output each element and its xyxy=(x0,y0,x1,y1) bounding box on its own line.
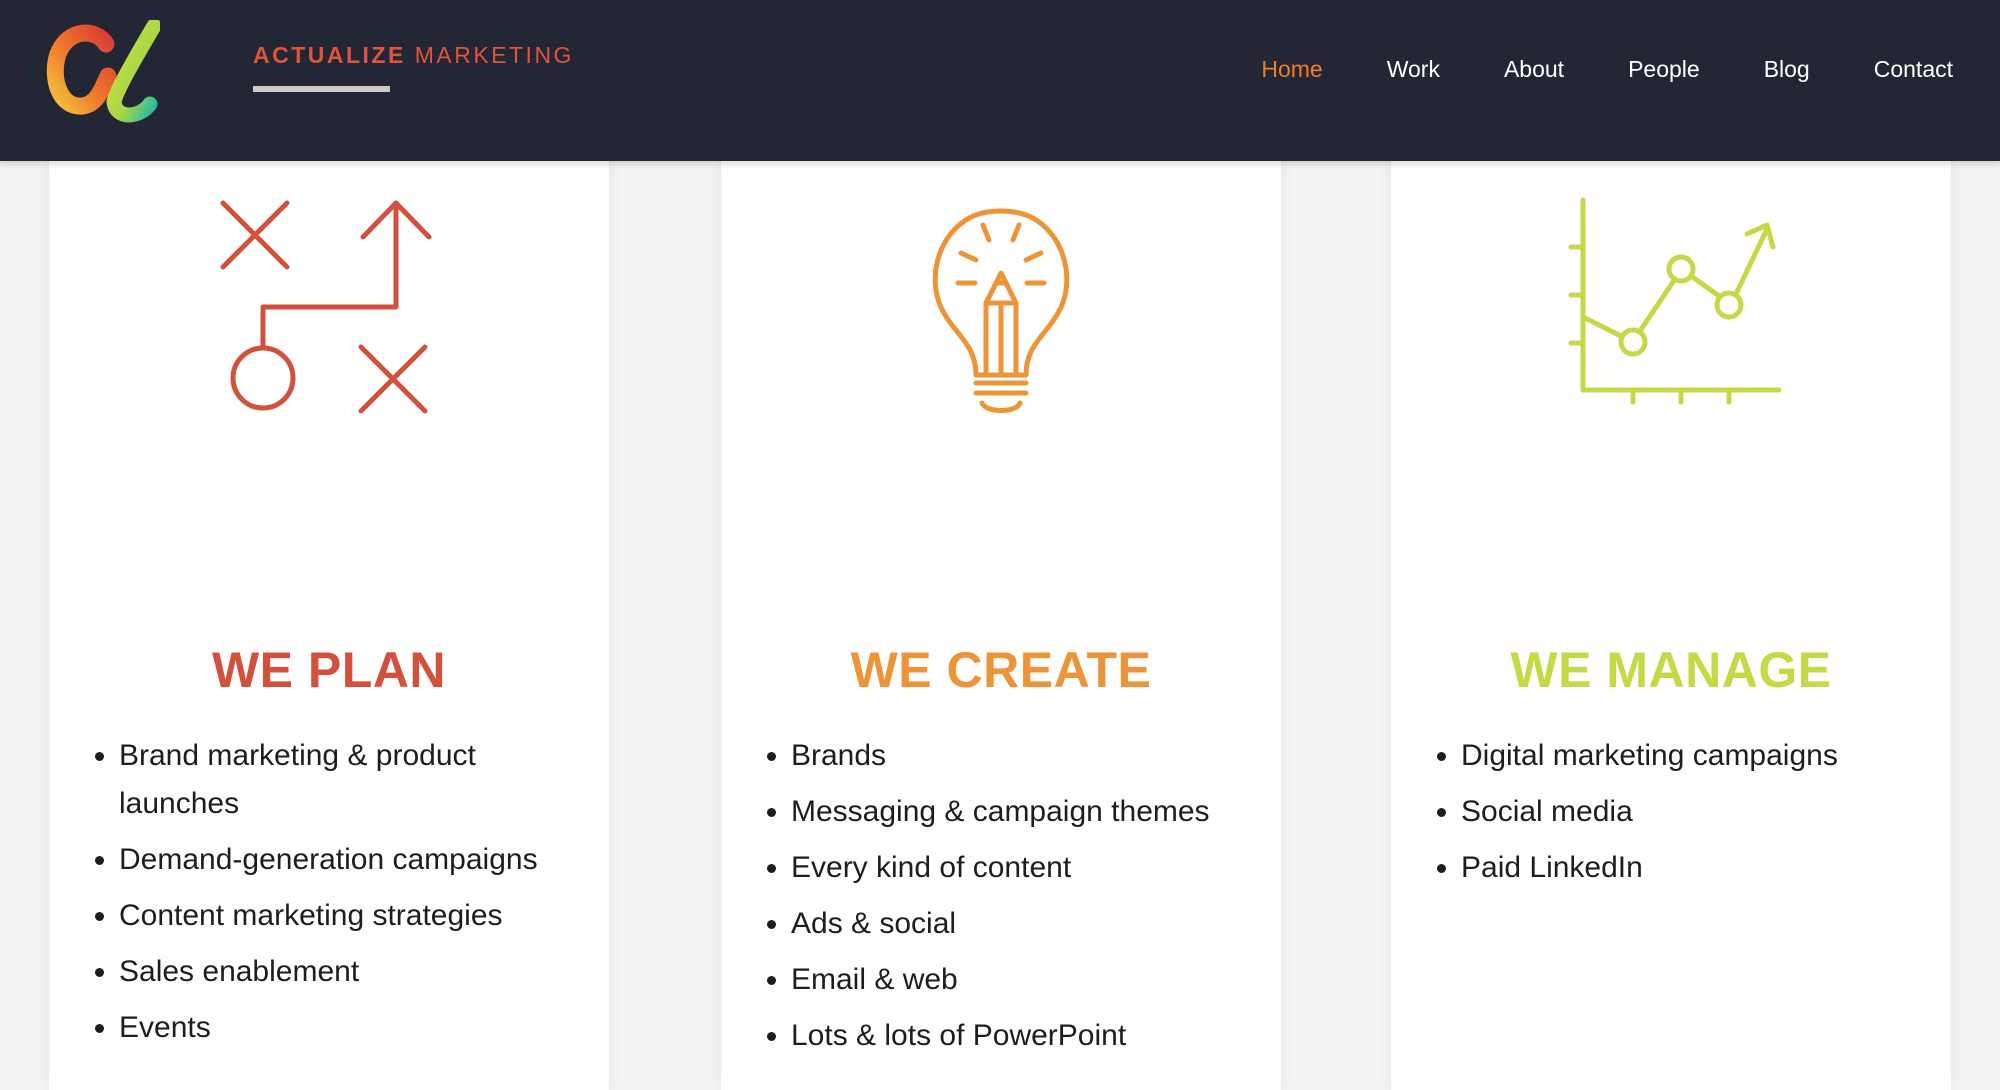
create-list: Brands Messaging & campaign themes Every… xyxy=(791,732,1261,1068)
list-item: Messaging & campaign themes xyxy=(791,788,1261,836)
lightbulb-pencil-icon xyxy=(932,208,1070,413)
manage-title-light: WE xyxy=(1510,642,1592,698)
list-item: Demand-generation campaigns xyxy=(119,836,589,884)
card-icon-area xyxy=(49,195,609,425)
site-header: ACTUALIZE MARKETING Home Work About Peop… xyxy=(0,0,2000,161)
nav-home[interactable]: Home xyxy=(1261,56,1322,83)
plan-card: WE PLAN Brand marketing & product launch… xyxy=(49,150,609,1090)
nav-blog[interactable]: Blog xyxy=(1764,56,1810,83)
list-item: Brands xyxy=(791,732,1261,780)
list-item: Content marketing strategies xyxy=(119,892,589,940)
plan-title-light: WE xyxy=(211,642,294,698)
alpha-logo-icon[interactable] xyxy=(44,20,160,124)
nav-people[interactable]: People xyxy=(1628,56,1700,83)
nav-about[interactable]: About xyxy=(1504,56,1564,83)
list-item: Lots & lots of PowerPoint xyxy=(791,1012,1261,1060)
list-item: Events xyxy=(119,1004,589,1052)
create-card: WE CREATE Brands Messaging & campaign th… xyxy=(721,150,1281,1090)
manage-list: Digital marketing campaigns Social media… xyxy=(1461,732,1931,900)
plan-title-bold: PLAN xyxy=(307,642,447,698)
list-item: Every kind of content xyxy=(791,844,1261,892)
brand-underline xyxy=(253,86,390,92)
brand-name-light: MARKETING xyxy=(414,42,574,68)
list-item: Email & web xyxy=(791,956,1261,1004)
create-title-bold: CREATE xyxy=(946,642,1152,698)
plan-title: WE PLAN xyxy=(49,640,609,700)
list-item: Brand marketing & product launches xyxy=(119,732,589,828)
growth-chart-icon xyxy=(1568,197,1781,405)
list-item: Sales enablement xyxy=(119,948,589,996)
card-icon-area xyxy=(1391,195,1951,425)
nav-work[interactable]: Work xyxy=(1387,56,1440,83)
brand-name[interactable]: ACTUALIZE MARKETING xyxy=(253,42,574,69)
create-title-light: WE xyxy=(850,642,933,698)
manage-title: WE MANAGE xyxy=(1391,640,1951,700)
main-nav: Home Work About People Blog Contact xyxy=(1197,56,1953,83)
card-icon-area xyxy=(721,195,1281,425)
list-item: Social media xyxy=(1461,788,1931,836)
nav-contact[interactable]: Contact xyxy=(1874,56,1953,83)
list-item: Digital marketing campaigns xyxy=(1461,732,1931,780)
manage-card: WE MANAGE Digital marketing campaigns So… xyxy=(1391,150,1951,1090)
strategy-plan-icon xyxy=(220,200,432,414)
list-item: Ads & social xyxy=(791,900,1261,948)
brand-name-bold: ACTUALIZE xyxy=(253,42,406,68)
plan-list: Brand marketing & product launches Deman… xyxy=(119,732,589,1060)
manage-title-bold: MANAGE xyxy=(1606,642,1832,698)
create-title: WE CREATE xyxy=(721,640,1281,700)
list-item: Paid LinkedIn xyxy=(1461,844,1931,892)
